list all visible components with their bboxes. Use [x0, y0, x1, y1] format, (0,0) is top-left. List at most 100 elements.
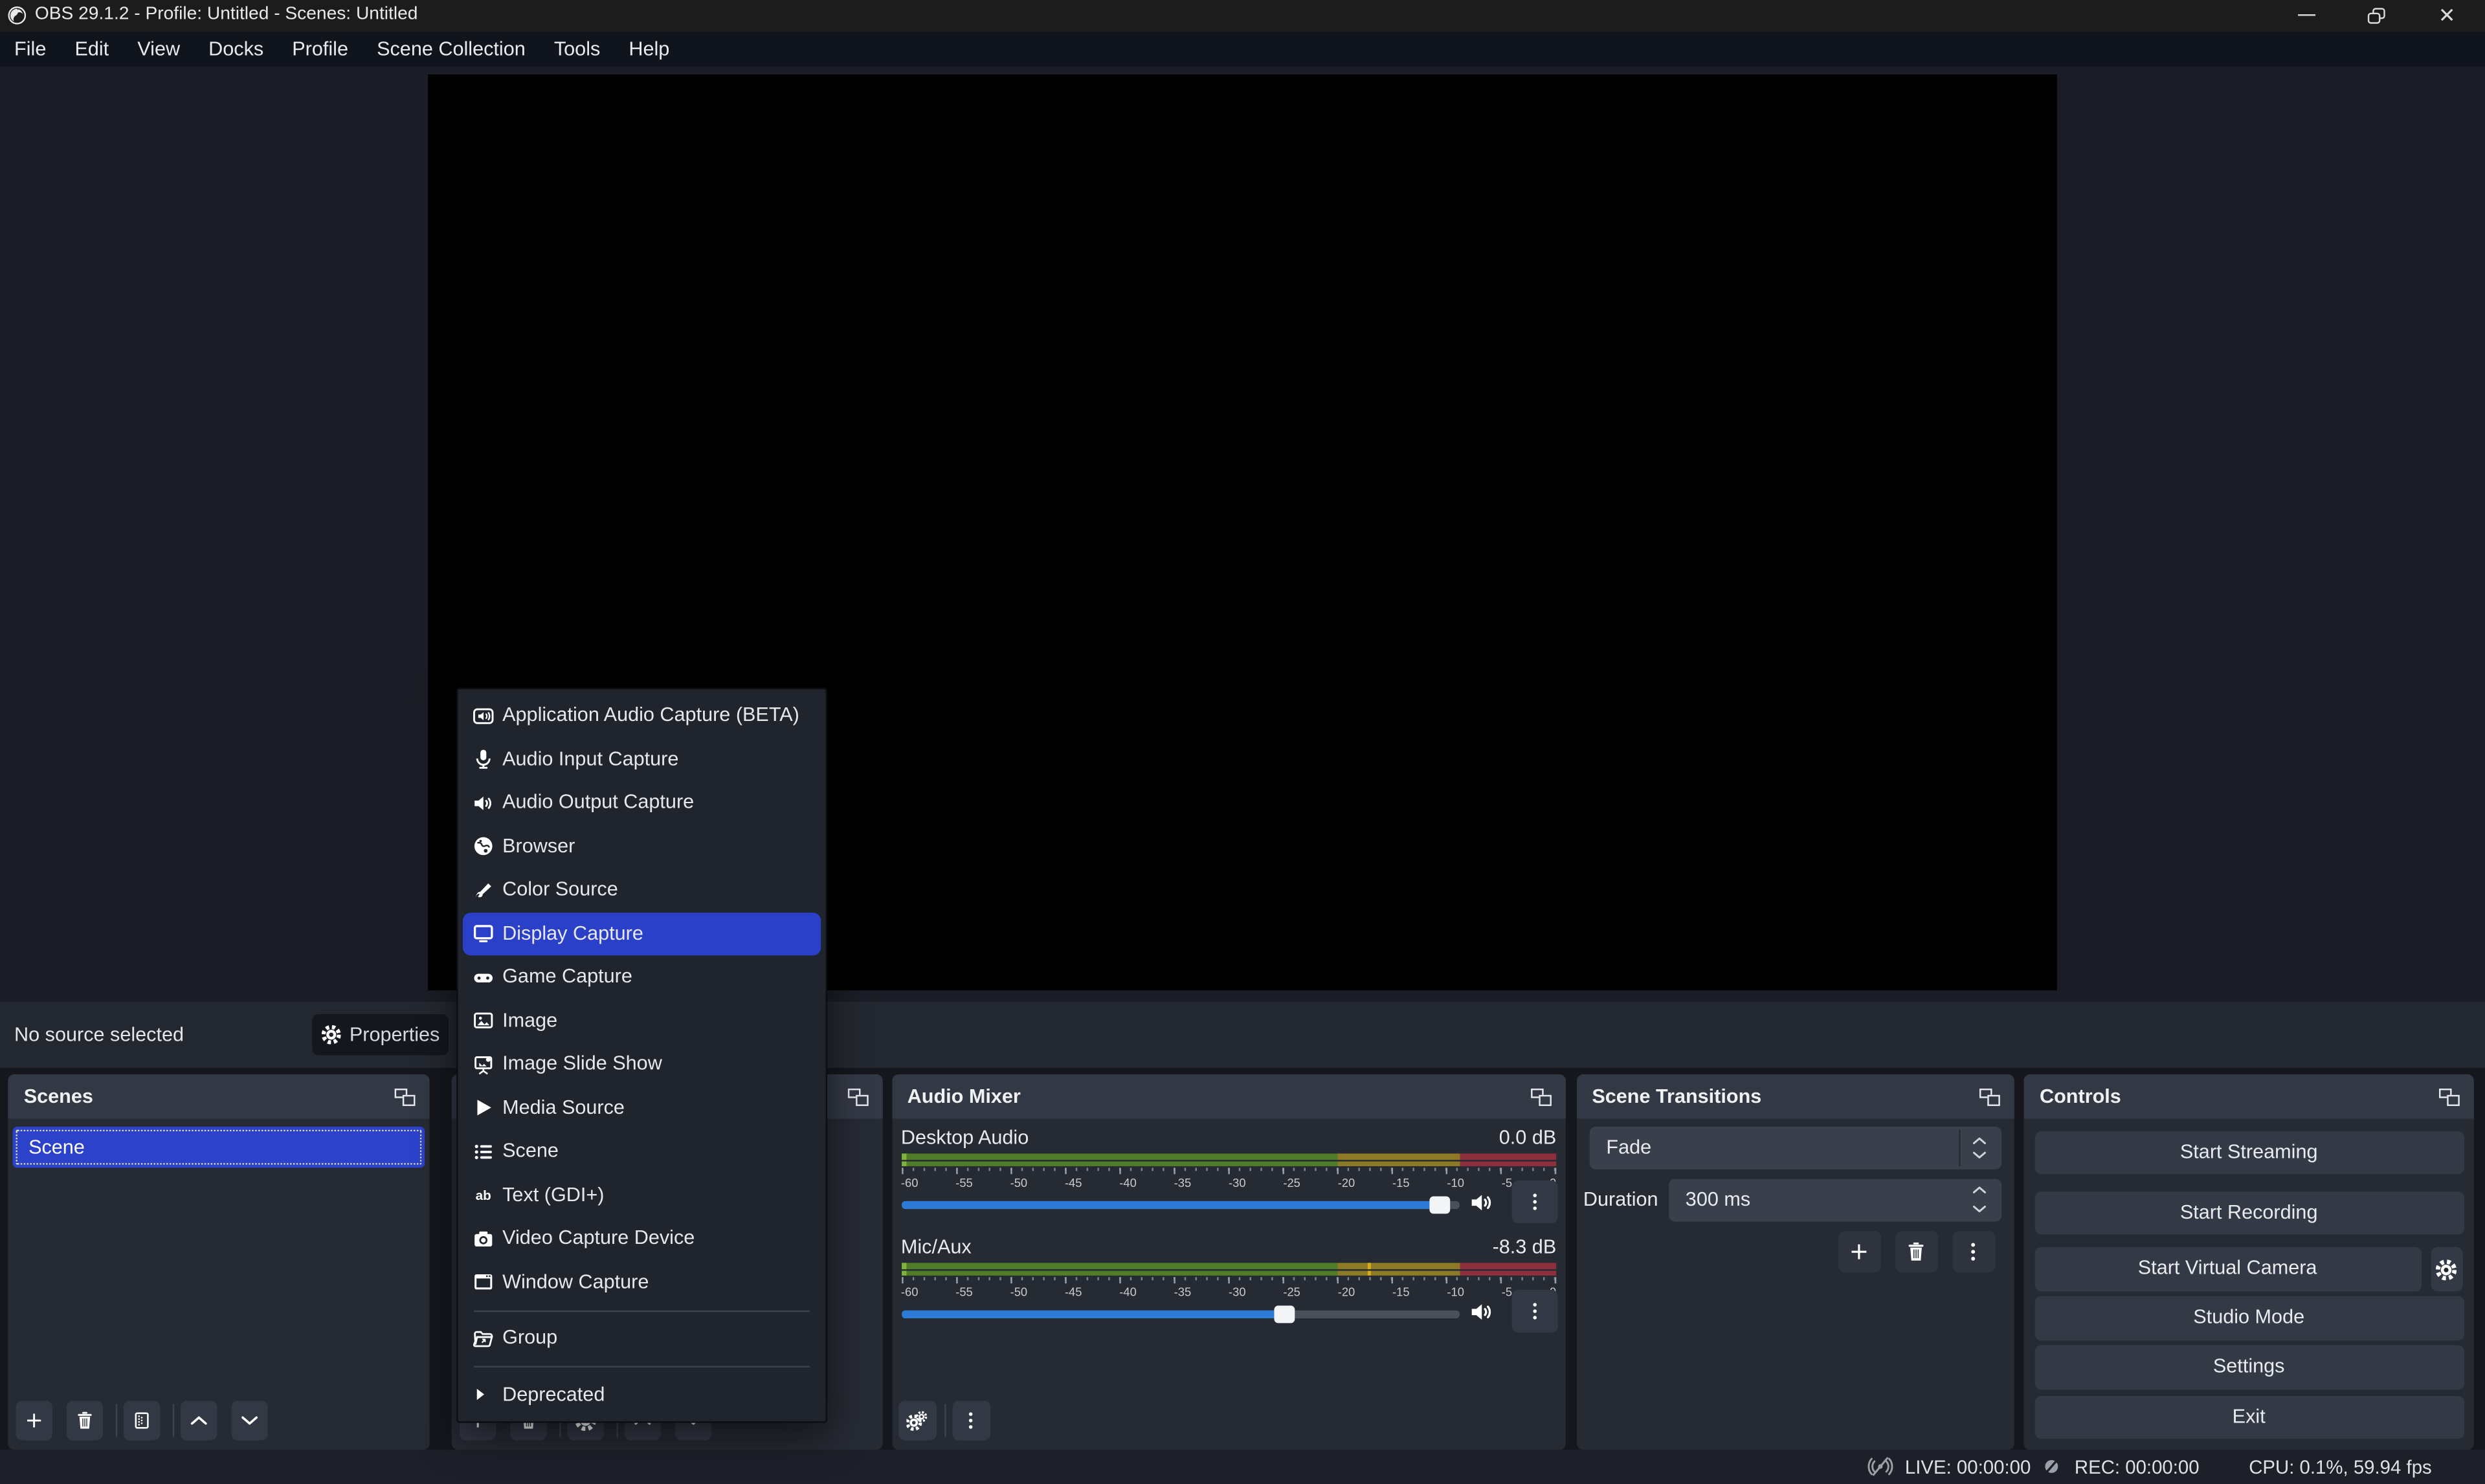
submenu-arrow-icon	[473, 1387, 488, 1402]
menu-item-game-capture[interactable]: Game Capture	[458, 956, 827, 999]
transition-options-button[interactable]	[1952, 1231, 1994, 1273]
menu-edit[interactable]: Edit	[60, 31, 123, 67]
remove-scene-button[interactable]	[66, 1401, 102, 1440]
window-title: OBS 29.1.2 - Profile: Untitled - Scenes:…	[35, 0, 418, 31]
channel-options-button[interactable]	[1511, 1290, 1557, 1333]
move-scene-up-button[interactable]	[180, 1401, 216, 1440]
chevron-up-icon[interactable]	[1970, 1181, 1989, 1200]
add-transition-button[interactable]	[1838, 1231, 1880, 1273]
rec-time: REC: 00:00:00	[2075, 1449, 2200, 1484]
start-streaming-button[interactable]: Start Streaming	[2034, 1131, 2464, 1175]
meter-tick-label: -40	[1119, 1176, 1137, 1190]
chevron-down-icon	[240, 1410, 260, 1431]
exit-button[interactable]: Exit	[2034, 1396, 2464, 1439]
camera-icon	[473, 1228, 495, 1250]
combo-arrows[interactable]	[1959, 1127, 2001, 1170]
meter-tick-label: -35	[1174, 1285, 1192, 1300]
menu-item-text-gdi[interactable]: abText (GDI+)	[458, 1173, 827, 1217]
duration-spinbox[interactable]: 300 ms	[1668, 1179, 2001, 1222]
menu-docks[interactable]: Docks	[194, 31, 278, 67]
menu-item-group[interactable]: Group	[458, 1317, 827, 1360]
volume-slider-handle[interactable]	[1274, 1305, 1295, 1323]
scene-list-item[interactable]: Scene	[13, 1127, 425, 1168]
popout-icon[interactable]	[2439, 1089, 2460, 1106]
add-scene-button[interactable]	[15, 1401, 51, 1440]
remove-transition-button[interactable]	[1895, 1231, 1937, 1273]
virtual-camera-config-button[interactable]	[2431, 1248, 2463, 1291]
monitor-icon	[473, 922, 495, 944]
preview-area	[0, 67, 2485, 1001]
menu-file[interactable]: File	[0, 31, 60, 67]
meter-tick-label: -50	[1010, 1285, 1028, 1300]
menu-view[interactable]: View	[123, 31, 194, 67]
popout-icon[interactable]	[848, 1089, 869, 1106]
menu-item-image-slide-show[interactable]: Image Slide Show	[458, 1043, 827, 1086]
volume-slider-handle[interactable]	[1430, 1196, 1451, 1214]
chevron-down-icon[interactable]	[1970, 1146, 1989, 1164]
meter-tick-label: -25	[1283, 1285, 1300, 1300]
gear-icon	[321, 1024, 340, 1043]
restore-button[interactable]	[2352, 0, 2399, 31]
volume-slider[interactable]	[902, 1311, 1460, 1318]
meter-tick-label: -20	[1338, 1285, 1355, 1300]
menu-scene-collection[interactable]: Scene Collection	[362, 31, 540, 67]
record-inactive-icon	[2041, 1456, 2062, 1477]
spinbox-arrows[interactable]	[1959, 1179, 2001, 1222]
controls-title: Controls	[2040, 1074, 2121, 1119]
scene-filters-button[interactable]	[123, 1401, 159, 1440]
menu-item-deprecated[interactable]: Deprecated	[458, 1373, 827, 1417]
menu-item-application-audio-capture[interactable]: Application Audio Capture (BETA)	[458, 694, 827, 738]
menu-item-scene[interactable]: Scene	[458, 1130, 827, 1173]
meter-tick-label: -45	[1065, 1285, 1082, 1300]
menu-item-image[interactable]: Image	[458, 999, 827, 1043]
transition-select[interactable]: Fade	[1588, 1127, 2001, 1170]
channel-options-button[interactable]	[1511, 1180, 1557, 1224]
menu-item-browser[interactable]: Browser	[458, 825, 827, 869]
popout-icon[interactable]	[1979, 1089, 2000, 1106]
properties-button[interactable]: Properties	[312, 1013, 449, 1055]
menu-item-media-source[interactable]: Media Source	[458, 1087, 827, 1130]
minimize-button[interactable]	[2282, 0, 2330, 31]
scene-list-icon	[473, 1140, 495, 1162]
menu-tools[interactable]: Tools	[540, 31, 615, 67]
menu-item-video-capture-device[interactable]: Video Capture Device	[458, 1217, 827, 1261]
chevron-down-icon[interactable]	[1970, 1201, 1989, 1219]
start-virtual-camera-button[interactable]: Start Virtual Camera	[2034, 1248, 2420, 1291]
minimize-icon	[2297, 14, 2315, 16]
meter-tick-label: -55	[955, 1176, 973, 1190]
menu-help[interactable]: Help	[614, 31, 684, 67]
menu-item-color-source[interactable]: Color Source	[458, 869, 827, 912]
volume-meter	[901, 1161, 1556, 1167]
menu-profile[interactable]: Profile	[278, 31, 362, 67]
mixer-channel-mic-aux: Mic/Aux -8.3 dB -60-55-50-45-40-35-30-25…	[900, 1236, 1557, 1344]
volume-slider[interactable]	[902, 1202, 1460, 1209]
menu-item-window-capture[interactable]: Window Capture	[458, 1261, 827, 1304]
bottom-region: No source selected Properties Scenes Sce…	[0, 1001, 2485, 1484]
studio-mode-button[interactable]: Studio Mode	[2034, 1297, 2464, 1340]
gear-icon	[2436, 1259, 2457, 1280]
meter-tick-label: -60	[901, 1285, 919, 1300]
meter-tick-label: -60	[901, 1176, 919, 1190]
microphone-icon	[473, 748, 495, 770]
mixer-options-button[interactable]	[952, 1401, 990, 1440]
start-recording-button[interactable]: Start Recording	[2034, 1191, 2464, 1235]
advanced-audio-button[interactable]	[898, 1401, 936, 1440]
move-scene-down-button[interactable]	[231, 1401, 267, 1440]
close-icon: ✕	[2438, 5, 2456, 26]
speaker-mute-icon[interactable]	[1469, 1300, 1495, 1325]
menu-item-display-capture[interactable]: Display Capture	[458, 912, 827, 955]
menu-item-audio-output-capture[interactable]: Audio Output Capture	[458, 781, 827, 825]
settings-button[interactable]: Settings	[2034, 1346, 2464, 1390]
audio-mixer-title: Audio Mixer	[908, 1074, 1021, 1119]
meter-tick-label: -10	[1447, 1285, 1464, 1300]
meter-tick-labels: -60-55-50-45-40-35-30-25-20-15-10-50	[901, 1285, 1556, 1300]
meter-tick-label: -10	[1447, 1176, 1464, 1190]
filter-icon	[131, 1410, 151, 1431]
audio-mixer-header: Audio Mixer	[891, 1074, 1566, 1119]
dots-vertical-icon	[1962, 1241, 1984, 1263]
menu-item-audio-input-capture[interactable]: Audio Input Capture	[458, 738, 827, 781]
close-button[interactable]: ✕	[2424, 0, 2471, 31]
speaker-mute-icon[interactable]	[1469, 1191, 1495, 1216]
popout-icon[interactable]	[395, 1089, 416, 1106]
popout-icon[interactable]	[1531, 1089, 1552, 1106]
